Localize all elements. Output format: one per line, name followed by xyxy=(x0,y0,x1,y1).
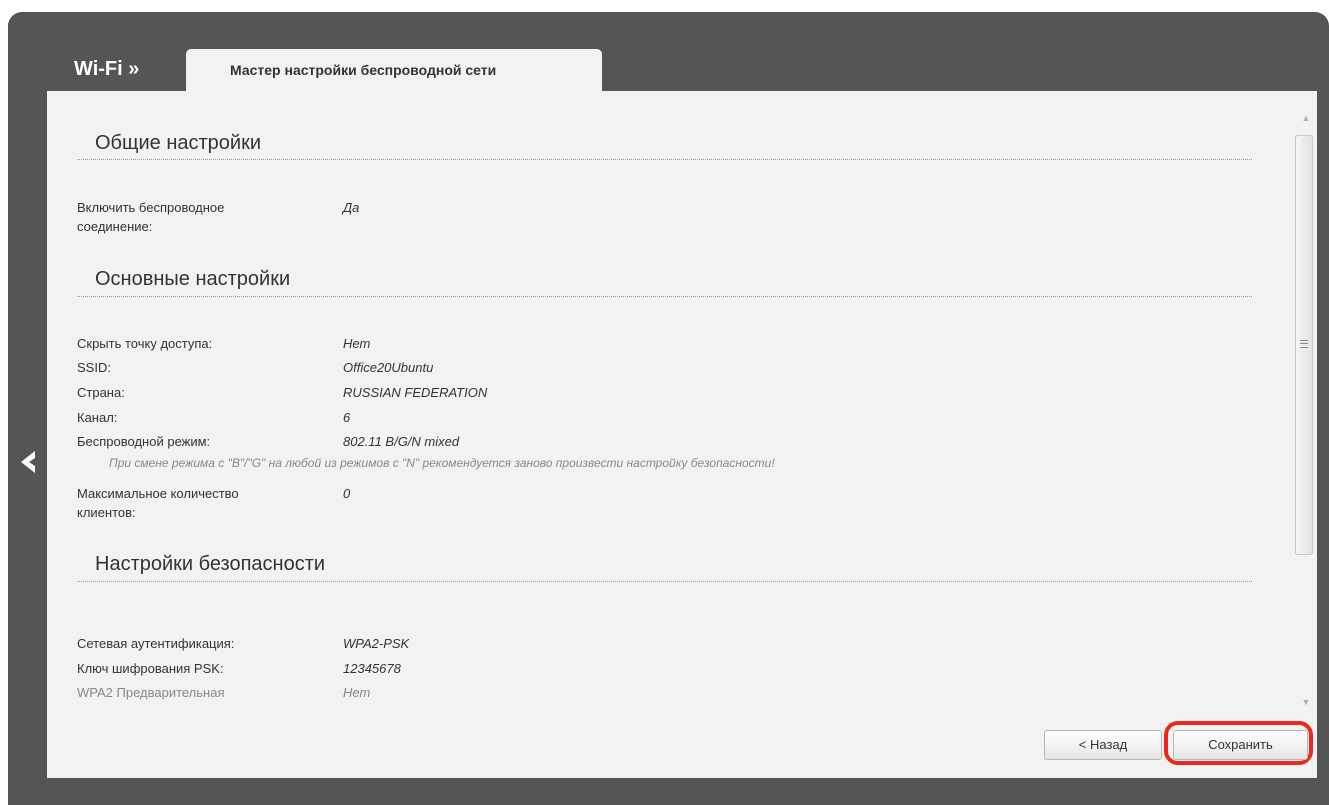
label-enable-wireless: Включить беспроводное соединение: xyxy=(77,200,225,234)
section-title-security: Настройки безопасности xyxy=(95,553,326,575)
value-wpa2-preauth: Нет xyxy=(343,685,371,700)
value-enable-wireless: Да xyxy=(343,200,360,215)
label-ssid: SSID: xyxy=(77,360,111,375)
value-wireless-mode: 802.11 B/G/N mixed xyxy=(343,434,460,449)
scroll-down-arrow-icon[interactable]: ▼ xyxy=(1299,697,1313,707)
settings-content: Общие настройки Включить беспроводное со… xyxy=(47,91,1295,715)
value-hide-ssid: Нет xyxy=(343,336,371,351)
section-divider xyxy=(77,581,1252,582)
scroll-grip-icon xyxy=(1300,340,1308,348)
value-country: RUSSIAN FEDERATION xyxy=(343,385,488,400)
section-divider xyxy=(77,296,1252,297)
save-button[interactable]: Сохранить xyxy=(1173,730,1308,760)
label-channel: Канал: xyxy=(77,410,118,425)
settings-panel: Общие настройки Включить беспроводное со… xyxy=(47,91,1317,778)
tab-wireless-wizard[interactable]: Мастер настройки беспроводной сети xyxy=(186,49,602,91)
label-psk-key: Ключ шифрования PSK: xyxy=(77,661,224,676)
label-wpa2-preauth: WPA2 Предварительная xyxy=(77,685,225,700)
label-hide-ssid: Скрыть точку доступа: xyxy=(77,336,213,351)
back-button[interactable]: < Назад xyxy=(1044,730,1162,760)
label-max-clients: Максимальное количество клиентов: xyxy=(77,486,239,520)
value-channel: 6 xyxy=(343,410,351,425)
scrollbar-thumb[interactable] xyxy=(1295,135,1313,555)
value-psk-key: 12345678 xyxy=(343,661,401,676)
section-title-basic: Основные настройки xyxy=(95,268,291,290)
value-max-clients: 0 xyxy=(343,486,351,501)
chevron-left-icon[interactable] xyxy=(17,449,39,475)
mode-change-hint: При смене режима с "B"/"G" на любой из р… xyxy=(109,456,775,470)
label-wireless-mode: Беспроводной режим: xyxy=(77,434,211,449)
value-ssid: Office20Ubuntu xyxy=(343,360,434,375)
section-title-general: Общие настройки xyxy=(95,132,261,154)
label-network-auth: Сетевая аутентификация: xyxy=(77,636,235,651)
section-divider xyxy=(77,159,1252,160)
value-network-auth: WPA2-PSK xyxy=(343,636,410,651)
label-country: Страна: xyxy=(77,385,125,400)
breadcrumb[interactable]: Wi-Fi » xyxy=(74,58,139,81)
scroll-up-arrow-icon[interactable]: ▲ xyxy=(1299,113,1313,123)
